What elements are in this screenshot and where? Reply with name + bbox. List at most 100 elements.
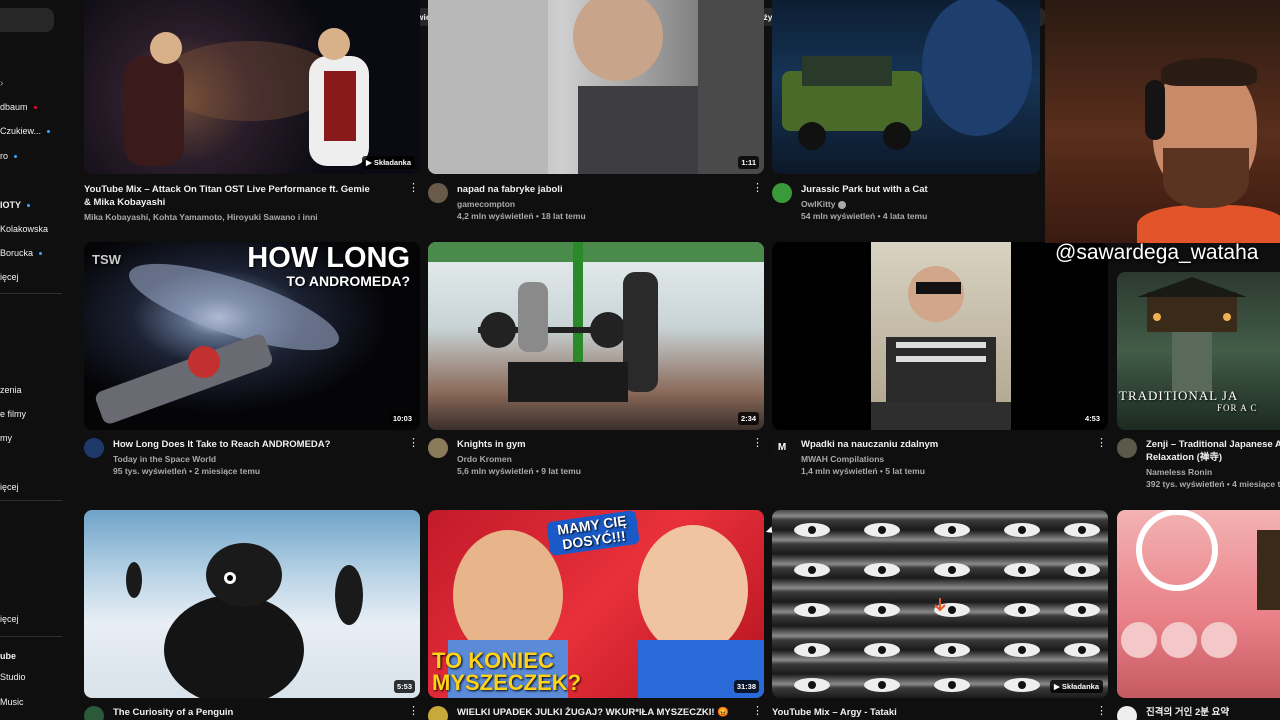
video-stats: 54 mln wyświetleń • 4 lata temu (801, 211, 928, 221)
sidebar: › dbaum Czukiew... ro IOTY Kolakowska Boruck… (0, 0, 70, 720)
video-thumbnail[interactable] (1117, 510, 1280, 698)
channel-name[interactable]: Ordo Kromen (457, 453, 747, 465)
sidebar-item-label: Kolakowska (0, 224, 49, 234)
beard (1163, 148, 1249, 208)
channel-name[interactable]: Mika Kobayashi, Kohta Yamamoto, Hiroyuki… (84, 211, 374, 223)
video-title[interactable]: Zenji – Traditional Japanese A Relaxation… (1146, 438, 1280, 490)
sidebar-item[interactable]: Music (0, 697, 24, 707)
divider (0, 636, 62, 637)
video-title[interactable]: 진격의 거인 2분 요약 (1146, 706, 1276, 719)
verified-icon (838, 200, 847, 209)
new-content-dot-icon (14, 155, 18, 159)
channel-avatar[interactable] (772, 183, 792, 203)
chevron-right-icon[interactable]: › (0, 78, 3, 89)
sidebar-item-label: Borucka (0, 248, 34, 258)
video-thumbnail[interactable]: MAMY CIĘ DOSYĆ!!! TO KONIEC MYSZECZEK? 3… (428, 510, 764, 698)
video-stats: 392 tys. wyświetleń • 4 miesiące te (1146, 479, 1280, 489)
video-title[interactable]: WIELKI UPADEK JULKI ŻUGAJ? WKUR*IŁA MYSZ… (457, 706, 747, 719)
hair (1161, 58, 1257, 86)
channel-avatar[interactable] (84, 438, 104, 458)
video-thumbnail[interactable]: 1:11 (428, 0, 764, 174)
sidebar-item[interactable]: my (0, 433, 12, 443)
thumbnail-art (1121, 510, 1280, 658)
video-title[interactable]: YouTube Mix – Argy - Tataki (772, 706, 1062, 719)
sidebar-item[interactable]: Czukiew... (0, 126, 51, 136)
more-options-icon[interactable]: ⋮ (408, 183, 419, 194)
new-content-dot-icon (47, 130, 51, 134)
video-title[interactable]: napad na fabryke jaboli gamecompton 4,2 … (457, 183, 747, 222)
video-thumbnail[interactable]: 2:34 (428, 242, 764, 430)
video-thumbnail[interactable]: ▶ Składanka (84, 0, 420, 174)
video-title[interactable]: Jurassic Park but with a Cat OwlKitty 54… (801, 183, 1031, 222)
sidebar-item[interactable]: ięcej (0, 272, 19, 282)
video-thumbnail[interactable]: TRADITIONAL JA FOR A C (1117, 272, 1280, 430)
sidebar-top-item[interactable] (0, 8, 54, 32)
sidebar-item[interactable]: Kolakowska (0, 224, 48, 234)
video-thumbnail[interactable]: ▶ Składanka (772, 510, 1108, 698)
sidebar-item-label: ięcej (0, 482, 19, 492)
channel-name[interactable]: Nameless Ronin (1146, 466, 1280, 478)
sidebar-item[interactable]: dbaum (0, 102, 37, 112)
sidebar-item[interactable]: e filmy (0, 409, 26, 419)
video-stats: 5,6 mln wyświetleń • 9 lat temu (457, 466, 581, 476)
channel-name[interactable]: Today in the Space World (113, 453, 403, 465)
more-options-icon[interactable]: ⋮ (752, 706, 763, 717)
sidebar-item[interactable]: Studio (0, 672, 26, 682)
shirt (1137, 205, 1280, 243)
video-thumbnail[interactable]: HOW LONG TO ANDROMEDA? TSW 10:03 (84, 242, 420, 430)
video-title[interactable]: The Curiosity of a Penguin (113, 706, 403, 719)
sidebar-item-label: IOTY (0, 200, 22, 210)
headphones-icon (1145, 80, 1165, 140)
channel-avatar[interactable] (428, 438, 448, 458)
taskbar (871, 402, 1011, 430)
sidebar-item-label: ro (0, 151, 9, 161)
more-options-icon[interactable]: ⋮ (1096, 706, 1107, 717)
sidebar-item[interactable]: Borucka (0, 248, 43, 258)
video-title[interactable]: Knights in gym Ordo Kromen 5,6 mln wyświ… (457, 438, 747, 477)
channel-avatar[interactable]: M (772, 438, 792, 458)
more-options-icon[interactable]: ⋮ (408, 706, 419, 717)
sidebar-item[interactable]: ięcej (0, 614, 19, 624)
sidebar-item[interactable]: zenia (0, 385, 22, 395)
video-title[interactable]: How Long Does It Take to Reach ANDROMEDA… (113, 438, 403, 477)
channel-avatar[interactable] (84, 706, 104, 720)
thumbnail-subheadline: TO ANDROMEDA? (286, 273, 410, 289)
duration-badge: 10:03 (389, 412, 415, 425)
sidebar-item-label: ube (0, 651, 17, 661)
thumbnail-art (871, 242, 1011, 402)
channel-avatar[interactable] (428, 183, 448, 203)
channel-avatar[interactable] (1117, 706, 1137, 720)
sidebar-item[interactable]: ube (0, 651, 16, 661)
more-options-icon[interactable]: ⋮ (752, 183, 763, 194)
thumbnail-art (126, 543, 363, 698)
video-thumbnail[interactable] (772, 0, 1040, 174)
sidebar-item[interactable]: ro (0, 151, 18, 161)
more-options-icon[interactable]: ⋮ (408, 438, 419, 449)
sidebar-item-label: e filmy (0, 409, 27, 419)
sidebar-item[interactable]: IOTY (0, 200, 31, 210)
channel-name[interactable]: MWAH Compilations (801, 453, 1091, 465)
channel-avatar[interactable] (428, 706, 448, 720)
mix-badge: ▶ Składanka (1050, 680, 1103, 693)
more-options-icon[interactable]: ⋮ (752, 438, 763, 449)
more-options-icon[interactable]: ⋮ (1096, 438, 1107, 449)
sidebar-item-label: ięcej (0, 614, 19, 624)
video-thumbnail[interactable]: 4:53 (772, 242, 1108, 430)
sidebar-item-label: Czukiew... (0, 126, 42, 136)
channel-name[interactable]: gamecompton (457, 198, 747, 210)
new-content-dot-icon (39, 252, 43, 256)
sidebar-item[interactable]: ięcej (0, 482, 19, 492)
video-title[interactable]: Wpadki na nauczaniu zdalnym MWAH Compila… (801, 438, 1091, 477)
thumbnail-art (428, 0, 764, 174)
video-thumbnail[interactable]: 5:53 (84, 510, 420, 698)
channel-avatar[interactable] (1117, 438, 1137, 458)
thumbnail-subheadline: FOR A C (1217, 403, 1258, 413)
thumbnail-art (782, 0, 1032, 150)
sidebar-item-label: my (0, 433, 12, 443)
video-title[interactable]: YouTube Mix – Attack On Titan OST Live P… (84, 183, 374, 223)
channel-name[interactable]: OwlKitty (801, 198, 1031, 210)
thumbnail-art (124, 28, 369, 166)
channel-logo-text: TSW (92, 252, 121, 267)
sidebar-item-label: dbaum (0, 102, 28, 112)
duration-badge: 1:11 (738, 156, 759, 169)
